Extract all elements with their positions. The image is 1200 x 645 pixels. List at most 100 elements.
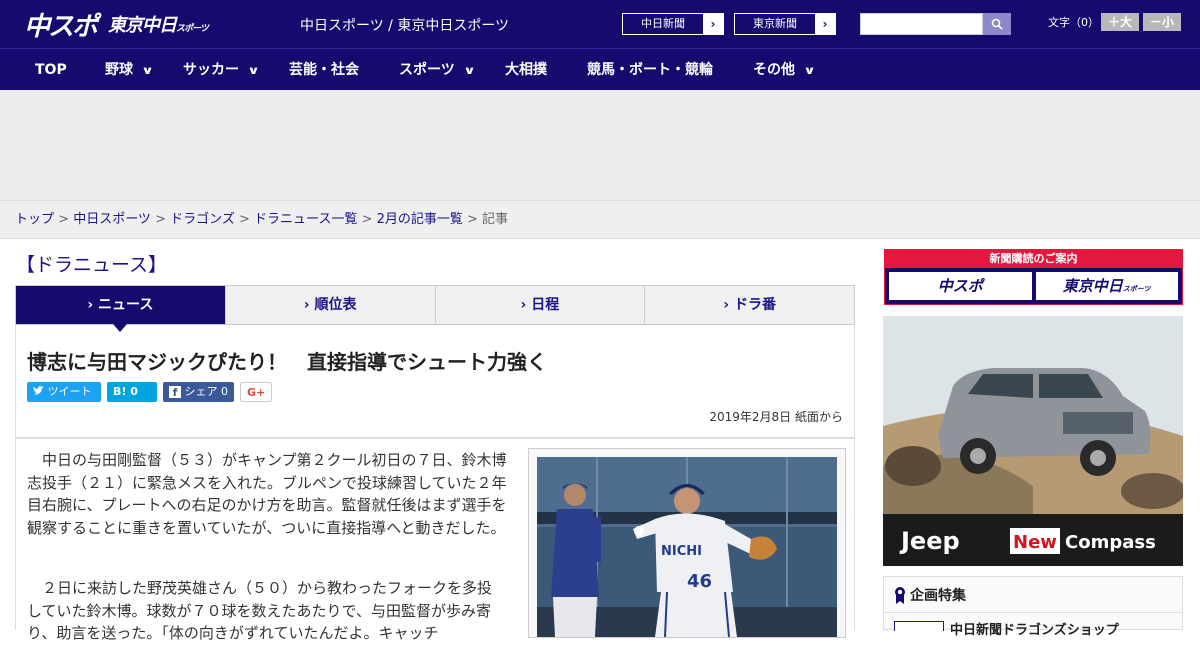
pitcher-photo: NICHI 46: [537, 457, 837, 637]
breadcrumb-current: 記事: [482, 212, 509, 227]
facebook-share-label: シェア 0: [184, 385, 229, 398]
ad-model-text: Compass: [1065, 532, 1156, 553]
section-title: 【ドラニュース】: [16, 254, 168, 276]
tab-arrow-icon: ›: [520, 297, 527, 313]
section-tabs: › ニュース › 順位表 › 日程 › ドラ番: [15, 285, 855, 332]
ad-new-text: New: [1013, 532, 1057, 553]
breadcrumb-chunichi-sports[interactable]: 中日スポーツ: [73, 212, 151, 227]
nav-sports[interactable]: スポーツ ∨: [399, 49, 476, 91]
chuspo-logo[interactable]: 中スポ: [24, 6, 98, 43]
site-links[interactable]: 中日スポーツ / 東京中日スポーツ: [300, 15, 509, 35]
special-features-header: 企画特集: [884, 577, 1182, 613]
chevron-down-icon: ∨: [803, 64, 816, 77]
nav-baseball-label: 野球: [105, 62, 133, 78]
gplus-icon: G+: [247, 386, 266, 399]
tab-reporter[interactable]: › ドラ番: [644, 286, 854, 324]
nav-other-label: その他: [753, 62, 795, 78]
tab-arrow-icon: ›: [303, 297, 310, 313]
jeep-compass-ad[interactable]: Jeep New Compass: [883, 316, 1183, 566]
tab-standings-label: 順位表: [314, 297, 357, 313]
tab-arrow-icon: ›: [87, 297, 94, 313]
breadcrumb: トップ > 中日スポーツ > ドラゴンズ > ドラニュース一覧 > 2月の記事一…: [0, 200, 1200, 239]
tab-standings[interactable]: › 順位表: [224, 286, 435, 324]
tokyo-shimbun-link[interactable]: 東京新聞 ›: [734, 13, 836, 35]
nav-top-label: TOP: [35, 62, 67, 78]
breadcrumb-sep: >: [357, 212, 377, 227]
chevron-down-icon: ∨: [462, 64, 476, 77]
nav-soccer[interactable]: サッカー ∨: [183, 49, 260, 91]
search-button[interactable]: [983, 13, 1011, 35]
tab-news-label: ニュース: [98, 297, 154, 313]
breadcrumb-dra-news[interactable]: ドラニュース一覧: [254, 212, 357, 227]
article-body: 中日の与田剛監督（５３）がキャンプ第２クール初日の７日、鈴木博志投手（２１）に緊…: [15, 438, 855, 642]
chuspo-subscribe-logo[interactable]: 中スポ: [889, 272, 1032, 300]
breadcrumb-top[interactable]: トップ: [15, 212, 54, 227]
tokyo-chunichi-subscribe-text: 東京中日: [1062, 277, 1123, 295]
hatena-count: 0: [130, 385, 138, 398]
nav-other[interactable]: その他 ∨: [753, 49, 816, 91]
hatena-button[interactable]: B! 0: [107, 382, 157, 402]
nav-sports-label: スポーツ: [399, 62, 455, 78]
ribbon-icon: [895, 587, 905, 604]
special-item-dragons-shop[interactable]: 中日新聞ドラゴンズショップ: [950, 619, 1119, 638]
share-buttons: ツイート B! 0 f シェア 0 G+: [27, 382, 272, 402]
chevron-right-icon: ›: [703, 14, 723, 34]
tab-schedule[interactable]: › 日程: [434, 286, 645, 324]
chunichi-shimbun-link[interactable]: 中日新聞 ›: [622, 13, 724, 35]
tab-reporter-label: ドラ番: [733, 297, 776, 313]
breadcrumb-dragons[interactable]: ドラゴンズ: [170, 212, 235, 227]
nav-entertainment[interactable]: 芸能・社会: [289, 49, 359, 91]
tab-news[interactable]: › ニュース: [16, 286, 225, 332]
article-photo[interactable]: NICHI 46: [537, 457, 837, 637]
font-size-label: 文字（0）: [1048, 16, 1099, 29]
article-date: 2019年2月8日 紙面から: [709, 410, 843, 424]
breadcrumb-sep: >: [234, 212, 255, 227]
nav-entertainment-label: 芸能・社会: [289, 62, 359, 78]
tab-schedule-label: 日程: [531, 297, 560, 313]
tab-arrow-icon: ›: [723, 297, 730, 313]
search-icon: [991, 18, 1003, 30]
tokyo-chunichi-subscribe-logo[interactable]: 東京中日スポーツ: [1035, 272, 1178, 300]
facebook-icon: f: [169, 386, 181, 399]
search-input[interactable]: [860, 13, 983, 35]
article-paragraph-1: 中日の与田剛監督（５３）がキャンプ第２クール初日の７日、鈴木博志投手（２１）に緊…: [27, 451, 507, 537]
breadcrumb-sep: >: [150, 212, 171, 227]
facebook-share-button[interactable]: f シェア 0: [163, 382, 234, 402]
subscription-banner-title: 新聞購読のご案内: [885, 250, 1182, 268]
site-logo[interactable]: 中スポ 東京中日スポーツ: [24, 6, 209, 43]
top-header: 中スポ 東京中日スポーツ 中日スポーツ / 東京中日スポーツ 中日新聞 › 東京…: [0, 0, 1200, 48]
jersey-text: NICHI: [661, 544, 702, 559]
chevron-down-icon: ∨: [247, 64, 260, 77]
nav-racing-label: 競馬・ボート・競輪: [587, 62, 713, 78]
nav-racing[interactable]: 競馬・ボート・競輪: [587, 49, 713, 91]
article-header: 博志に与田マジックぴたり！ 直接指導でシュート力強く ツイート B! 0 f シ…: [15, 324, 855, 438]
tweet-label: ツイート: [47, 385, 92, 398]
ad-placeholder: [0, 90, 1200, 200]
subscription-banner[interactable]: 新聞購読のご案内 中スポ 東京中日スポーツ: [884, 249, 1183, 305]
subscription-logos: 中スポ 東京中日スポーツ: [885, 268, 1182, 304]
article-photo-frame: NICHI 46: [528, 448, 846, 638]
font-bigger-button[interactable]: ＋大: [1101, 13, 1139, 31]
breadcrumb-feb-articles[interactable]: 2月の記事一覧: [377, 212, 463, 227]
article-headline: 博志に与田マジックぴたり！ 直接指導でシュート力強く: [27, 350, 547, 374]
font-smaller-button[interactable]: －小: [1143, 13, 1181, 31]
twitter-icon: [33, 386, 44, 395]
jeep-brand-text: Jeep: [899, 527, 960, 555]
tweet-button[interactable]: ツイート: [27, 382, 101, 402]
jeep-ad-image: Jeep New Compass: [883, 316, 1183, 566]
nav-top[interactable]: TOP: [35, 49, 67, 91]
hatena-icon: B!: [113, 385, 127, 398]
special-features: 企画特集 中日新聞ドラゴンズショップ: [883, 576, 1183, 638]
gplus-button[interactable]: G+: [240, 382, 272, 402]
chunichi-shimbun-label: 中日新聞: [641, 17, 685, 30]
special-features-title: 企画特集: [910, 588, 966, 604]
nav-sumo[interactable]: 大相撲: [505, 49, 547, 91]
jersey-number: 46: [687, 571, 712, 592]
breadcrumb-sep: >: [462, 212, 483, 227]
tokyo-chunichi-logo[interactable]: 東京中日スポーツ: [108, 11, 209, 37]
nav-sumo-label: 大相撲: [505, 62, 547, 78]
tokyo-shimbun-label: 東京新聞: [753, 17, 797, 30]
tokyo-chunichi-logo-text: 東京中日: [108, 15, 177, 36]
article-paragraph-2: ２日に来訪した野茂英雄さん（５０）から教わったフォークを多投していた鈴木博。球数…: [27, 579, 493, 642]
nav-baseball[interactable]: 野球 ∨: [105, 49, 154, 91]
